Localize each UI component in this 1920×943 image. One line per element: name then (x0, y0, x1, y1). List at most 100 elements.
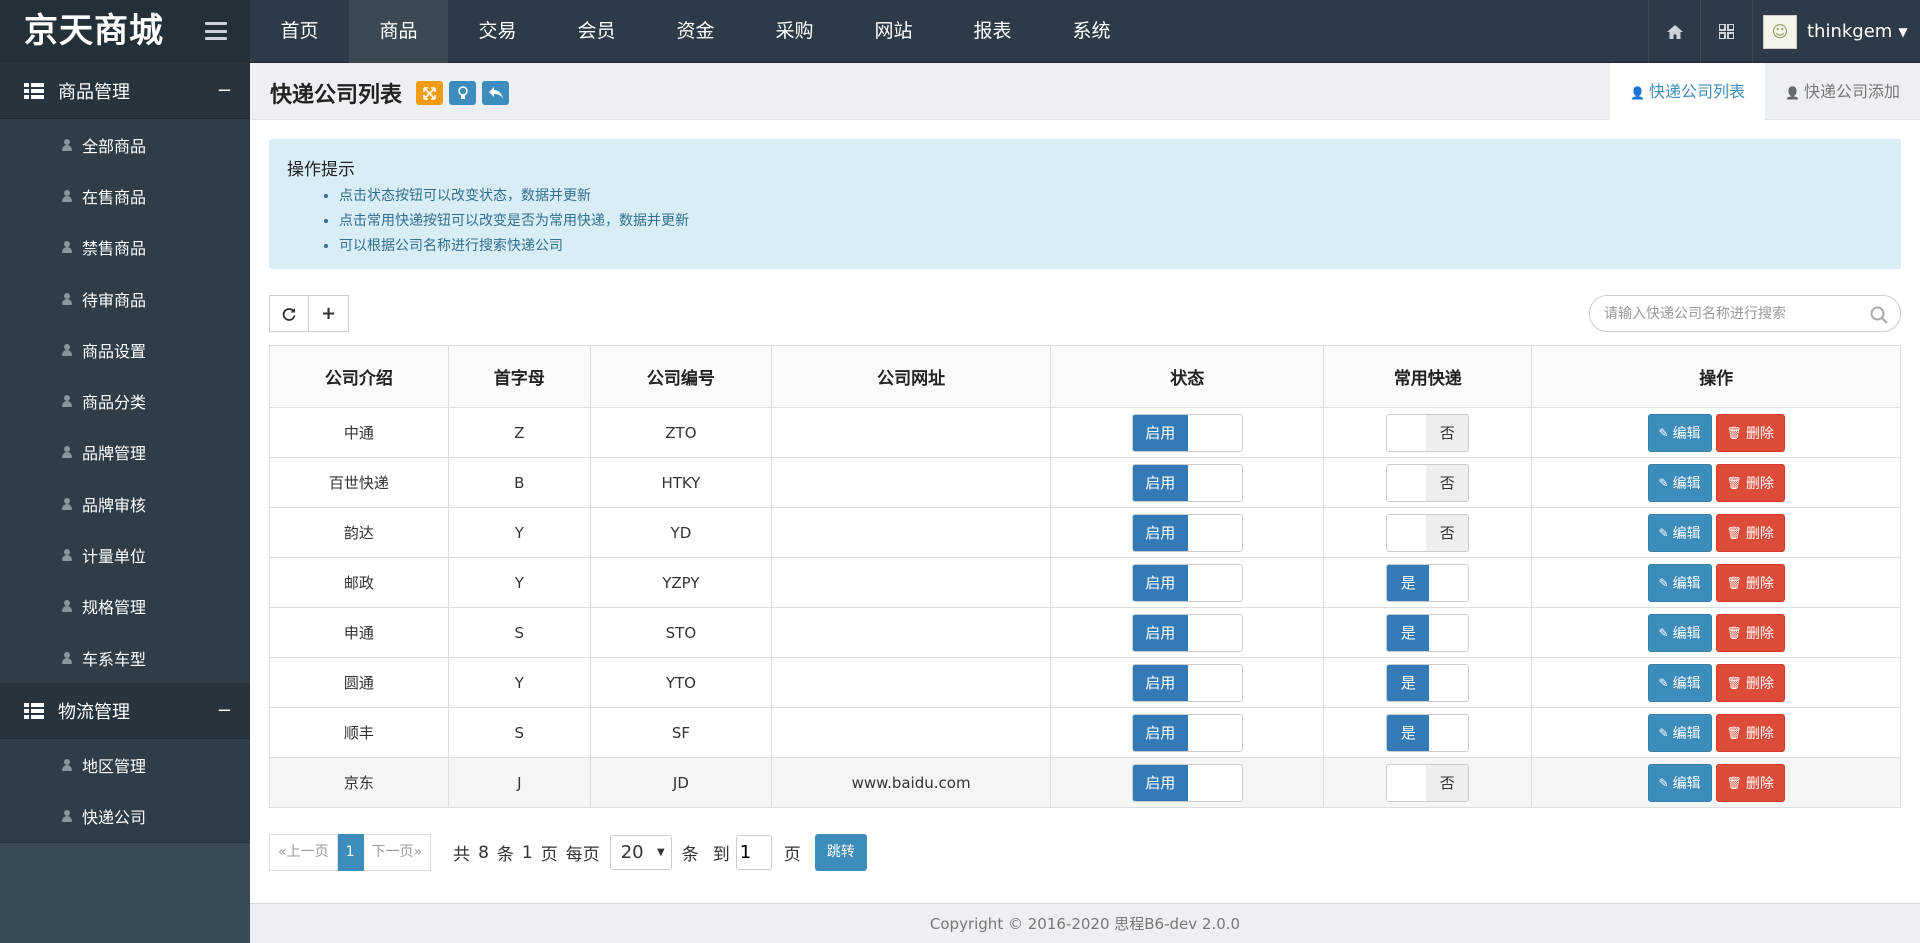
home-icon[interactable] (1648, 0, 1700, 63)
common-toggle[interactable]: 是 (1386, 563, 1470, 602)
per-page-label: 每页 (565, 845, 600, 865)
delete-button[interactable]: 🗑 删除 (1715, 513, 1785, 552)
sidebar-menu-item[interactable]: 地区管理 (0, 739, 250, 790)
status-toggle[interactable]: 启用 (1131, 663, 1243, 702)
edit-icon: ✎ (1658, 675, 1669, 690)
top-nav-item[interactable]: 资金 (646, 0, 745, 63)
user-menu[interactable]: ☺ thinkgem ▼ (1752, 0, 1920, 63)
delete-button[interactable]: 🗑 删除 (1715, 763, 1785, 802)
sidebar-menu-item[interactable]: 快递公司 (0, 791, 250, 842)
delete-button[interactable]: 🗑 删除 (1715, 613, 1785, 652)
cell-initial: S (447, 707, 591, 758)
delete-button[interactable]: 🗑 删除 (1715, 563, 1785, 602)
sidebar-menu-item[interactable]: 计量单位 (0, 529, 250, 580)
goto-page-input[interactable] (735, 835, 772, 870)
sidebar-menu-item[interactable]: 品牌管理 (0, 427, 250, 478)
edit-button[interactable]: ✎ 编辑 (1647, 463, 1712, 502)
goto-label: 到 (712, 845, 730, 865)
delete-label: 删除 (1745, 775, 1774, 792)
status-on-label: 启用 (1132, 414, 1188, 451)
cell-common: 是 (1323, 607, 1533, 658)
edit-icon: ✎ (1658, 725, 1669, 740)
status-toggle[interactable]: 启用 (1131, 763, 1243, 802)
top-nav-item[interactable]: 商品 (349, 0, 448, 63)
delete-button[interactable]: 🗑 删除 (1715, 713, 1785, 752)
sidebar-group-title[interactable]: 商品管理 − (0, 63, 250, 119)
grid-icon[interactable] (1700, 0, 1752, 63)
cell-initial: B (447, 457, 591, 508)
delete-label: 删除 (1745, 525, 1774, 542)
edit-button[interactable]: ✎ 编辑 (1647, 413, 1712, 452)
search-input[interactable] (1604, 304, 1864, 324)
back-icon[interactable] (482, 81, 509, 105)
status-toggle[interactable]: 启用 (1131, 563, 1243, 602)
trash-icon: 🗑 (1726, 575, 1742, 590)
collapse-icon[interactable]: − (217, 700, 232, 721)
next-page-button[interactable]: 下一页» (363, 834, 432, 871)
top-nav-item[interactable]: 采购 (745, 0, 844, 63)
menu-toggle-icon[interactable] (205, 22, 227, 40)
status-toggle[interactable]: 启用 (1131, 513, 1243, 552)
top-nav-item[interactable]: 报表 (943, 0, 1042, 63)
edit-button[interactable]: ✎ 编辑 (1647, 763, 1712, 802)
common-toggle[interactable]: 否 (1386, 513, 1470, 552)
fullscreen-icon[interactable] (416, 81, 443, 105)
current-page-button[interactable]: 1 (337, 834, 364, 871)
collapse-icon[interactable]: − (217, 80, 232, 101)
tab-express-add[interactable]: 👤 快递公司添加 (1765, 63, 1920, 120)
per-page-select[interactable]: 20 ▼ (609, 835, 672, 870)
delete-button[interactable]: 🗑 删除 (1715, 663, 1785, 702)
edit-button[interactable]: ✎ 编辑 (1647, 713, 1712, 752)
edit-button[interactable]: ✎ 编辑 (1647, 663, 1712, 702)
common-toggle[interactable]: 是 (1386, 713, 1470, 752)
edit-icon: ✎ (1658, 525, 1669, 540)
column-header: 公司编号 (589, 345, 773, 408)
goto-button[interactable]: 跳转 (814, 834, 867, 871)
edit-button[interactable]: ✎ 编辑 (1647, 513, 1712, 552)
refresh-button[interactable] (269, 295, 309, 332)
cell-status: 启用 (1050, 457, 1325, 508)
trash-icon: 🗑 (1726, 425, 1742, 440)
status-toggle[interactable]: 启用 (1131, 713, 1243, 752)
status-toggle[interactable]: 启用 (1131, 613, 1243, 652)
search-box (1589, 295, 1901, 332)
edit-button[interactable]: ✎ 编辑 (1647, 613, 1712, 652)
status-toggle[interactable]: 启用 (1131, 413, 1243, 452)
search-icon[interactable] (1870, 306, 1888, 324)
sidebar-menu-item[interactable]: 规格管理 (0, 581, 250, 632)
top-nav-item[interactable]: 网站 (844, 0, 943, 63)
sidebar-menu-item[interactable]: 待审商品 (0, 273, 250, 324)
delete-button[interactable]: 🗑 删除 (1715, 413, 1785, 452)
sidebar-menu-item[interactable]: 车系车型 (0, 632, 250, 683)
toggle-knob (1387, 414, 1427, 451)
lightbulb-icon[interactable] (449, 81, 476, 105)
tip-item: 点击状态按钮可以改变状态，数据并更新 (339, 184, 1883, 209)
top-nav-item[interactable]: 系统 (1042, 0, 1141, 63)
edit-button[interactable]: ✎ 编辑 (1647, 563, 1712, 602)
prev-page-button[interactable]: «上一页 (269, 834, 338, 871)
footer: Copyright © 2016-2020 思程B6-dev 2.0.0 (250, 903, 1920, 943)
goto-unit: 页 (783, 845, 801, 865)
cell-actions: ✎ 编辑 🗑 删除 (1531, 507, 1901, 558)
top-nav-item[interactable]: 首页 (250, 0, 349, 63)
sidebar-menu-item[interactable]: 商品分类 (0, 375, 250, 426)
common-toggle[interactable]: 否 (1386, 763, 1470, 802)
sidebar-group-title[interactable]: 物流管理 − (0, 683, 250, 740)
add-button[interactable]: + (309, 295, 349, 332)
status-toggle[interactable]: 启用 (1131, 463, 1243, 502)
sidebar-menu-item[interactable]: 全部商品 (0, 119, 250, 170)
sidebar-menu-item[interactable]: 品牌审核 (0, 478, 250, 529)
common-toggle[interactable]: 否 (1386, 463, 1470, 502)
sidebar: 商品管理 − 全部商品 在售商品 禁售商品 待审商品 商品设置 商品分类 品牌管理 品牌审核 计量单… (0, 63, 250, 943)
sidebar-menu-item[interactable]: 在售商品 (0, 170, 250, 221)
top-nav-item[interactable]: 会员 (547, 0, 646, 63)
top-nav-item[interactable]: 交易 (448, 0, 547, 63)
sidebar-menu-item[interactable]: 禁售商品 (0, 222, 250, 273)
common-toggle[interactable]: 是 (1386, 613, 1470, 652)
common-toggle[interactable]: 否 (1386, 413, 1470, 452)
sidebar-menu-item[interactable]: 商品设置 (0, 324, 250, 375)
cell-name: 申通 (269, 607, 449, 658)
common-toggle[interactable]: 是 (1386, 663, 1470, 702)
tab-express-list[interactable]: 👤 快递公司列表 (1610, 63, 1766, 120)
delete-button[interactable]: 🗑 删除 (1715, 463, 1785, 502)
